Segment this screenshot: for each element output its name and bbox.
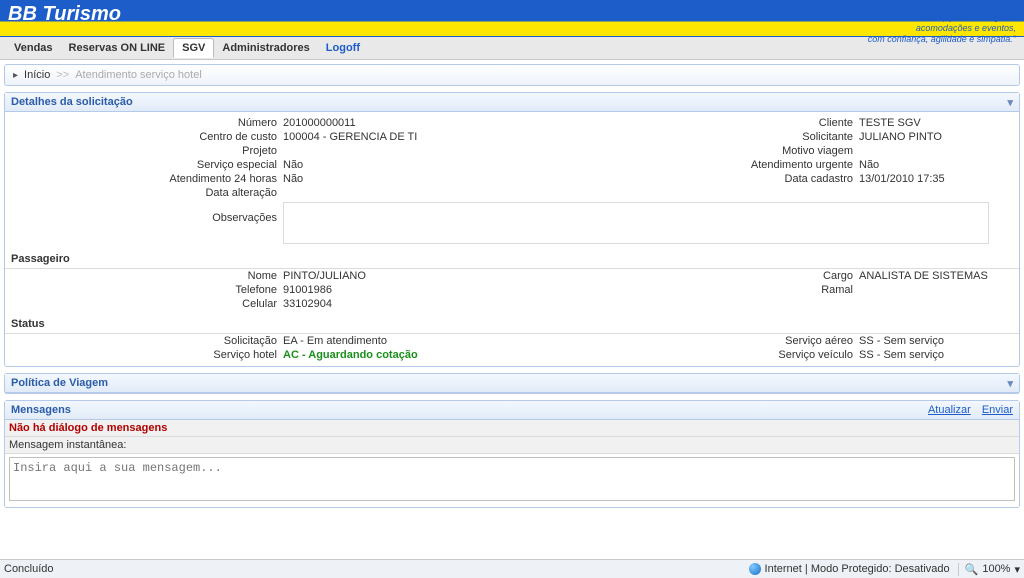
panel-politica-title: Política de Viagem: [11, 377, 108, 389]
val-servesp: Não: [283, 159, 512, 171]
lbl-cargo: Cargo: [733, 270, 859, 282]
val-projeto: [283, 145, 512, 157]
section-passageiro: Passageiro: [5, 250, 1019, 269]
mission-title: MISSÃO BBTUR: [868, 1, 1016, 12]
breadcrumb-arrow-icon[interactable]: ▸: [13, 70, 18, 81]
lbl-obs: Observações: [11, 202, 283, 224]
val-solicitante: JULIANO PINTO: [859, 131, 1019, 143]
val-hotel: AC - Aguardando cotação: [283, 349, 512, 361]
zoom-control[interactable]: 🔍100% ▾: [958, 563, 1020, 576]
lbl-hotel: Serviço hotel: [5, 349, 283, 361]
content-area: ▸ Início >> Atendimento serviço hotel De…: [0, 60, 1024, 562]
val-veiculo: SS - Sem serviço: [859, 349, 1019, 361]
lbl-cliente: Cliente: [733, 117, 859, 129]
lbl-veiculo: Serviço veículo: [733, 349, 859, 361]
lbl-urgente: Atendimento urgente: [733, 159, 859, 171]
lbl-solic: Solicitação: [5, 335, 283, 347]
breadcrumb-current: Atendimento serviço hotel: [75, 69, 202, 81]
panel-detalhes-title: Detalhes da solicitação: [11, 96, 133, 108]
panel-politica: Política de Viagem ▾: [4, 373, 1020, 394]
val-datacad: 13/01/2010 17:35: [859, 173, 1019, 185]
panel-politica-header[interactable]: Política de Viagem ▾: [5, 374, 1019, 393]
val-numero: 201000000011: [283, 117, 512, 129]
section-status: Status: [5, 315, 1019, 334]
val-centro: 100004 - GERENCIA DE TI: [283, 131, 512, 143]
lbl-ramal: Ramal: [733, 284, 859, 296]
panel-detalhes-header[interactable]: Detalhes da solicitação ▾: [5, 93, 1019, 112]
val-urgente: Não: [859, 159, 1019, 171]
zoom-value: 100%: [982, 563, 1010, 575]
lbl-centro: Centro de custo: [5, 131, 283, 143]
lbl-celular: Celular: [5, 298, 283, 310]
mission-line1: "Oferecer opções de viagens,: [868, 12, 1016, 23]
lbl-servesp: Serviço especial: [5, 159, 283, 171]
val-atend24: Não: [283, 173, 512, 185]
app-header: BB Turismo MISSÃO BBTUR "Oferecer opções…: [0, 0, 1024, 37]
menu-logoff[interactable]: Logoff: [318, 39, 368, 57]
lbl-numero: Número: [5, 117, 283, 129]
menu-vendas[interactable]: Vendas: [6, 39, 61, 57]
lbl-nome: Nome: [5, 270, 283, 282]
globe-icon: [749, 563, 761, 575]
menu-sgv[interactable]: SGV: [173, 38, 214, 58]
panel-mensagens-header: Mensagens Atualizar Enviar: [5, 401, 1019, 420]
status-zone: Internet | Modo Protegido: Desativado: [749, 563, 950, 575]
panel-mensagens-title: Mensagens: [11, 404, 71, 416]
val-motivo: [859, 145, 1019, 157]
panel-mensagens: Mensagens Atualizar Enviar Não há diálog…: [4, 400, 1020, 508]
breadcrumb-sep: >>: [56, 69, 69, 81]
browser-statusbar: Concluído Internet | Modo Protegido: Des…: [0, 559, 1024, 578]
val-solic: EA - Em atendimento: [283, 335, 512, 347]
msg-instant-label: Mensagem instantânea:: [5, 437, 1019, 454]
mission-block: MISSÃO BBTUR "Oferecer opções de viagens…: [868, 1, 1016, 45]
mission-line2: acomodações e eventos,: [868, 23, 1016, 34]
val-telefone: 91001986: [283, 284, 512, 296]
lbl-atend24: Atendimento 24 horas: [5, 173, 283, 185]
mission-line3: com confiança, agilidade e simpatia.": [868, 34, 1016, 45]
lbl-aereo: Serviço aéreo: [733, 335, 859, 347]
lbl-projeto: Projeto: [5, 145, 283, 157]
breadcrumb-home[interactable]: Início: [24, 69, 50, 81]
val-nome: PINTO/JULIANO: [283, 270, 512, 282]
link-atualizar[interactable]: Atualizar: [928, 404, 971, 416]
msg-no-dialog: Não há diálogo de mensagens: [5, 420, 1019, 437]
observacoes-input[interactable]: [283, 202, 989, 244]
lbl-motivo: Motivo viagem: [733, 145, 859, 157]
lbl-datacad: Data cadastro: [733, 173, 859, 185]
lbl-dataalt: Data alteração: [5, 187, 283, 199]
panel-detalhes: Detalhes da solicitação ▾ Número20100000…: [4, 92, 1020, 367]
chevron-down-icon[interactable]: ▾: [1014, 563, 1020, 576]
val-dataalt: [283, 187, 512, 199]
logo: BB Turismo: [8, 3, 121, 26]
breadcrumb: ▸ Início >> Atendimento serviço hotel: [4, 64, 1020, 86]
menu-admin[interactable]: Administradores: [214, 39, 317, 57]
status-left: Concluído: [4, 563, 54, 575]
collapse-icon[interactable]: ▾: [1007, 377, 1013, 390]
val-aereo: SS - Sem serviço: [859, 335, 1019, 347]
collapse-icon[interactable]: ▾: [1007, 96, 1013, 109]
link-enviar[interactable]: Enviar: [982, 404, 1013, 416]
magnifier-icon: 🔍: [965, 563, 979, 576]
menu-reservas[interactable]: Reservas ON LINE: [61, 39, 174, 57]
lbl-telefone: Telefone: [5, 284, 283, 296]
val-ramal: [859, 284, 1019, 296]
lbl-solicitante: Solicitante: [733, 131, 859, 143]
val-celular: 33102904: [283, 298, 512, 310]
val-cargo: ANALISTA DE SISTEMAS: [859, 270, 1019, 282]
msg-input[interactable]: [9, 457, 1015, 501]
val-cliente: TESTE SGV: [859, 117, 1019, 129]
